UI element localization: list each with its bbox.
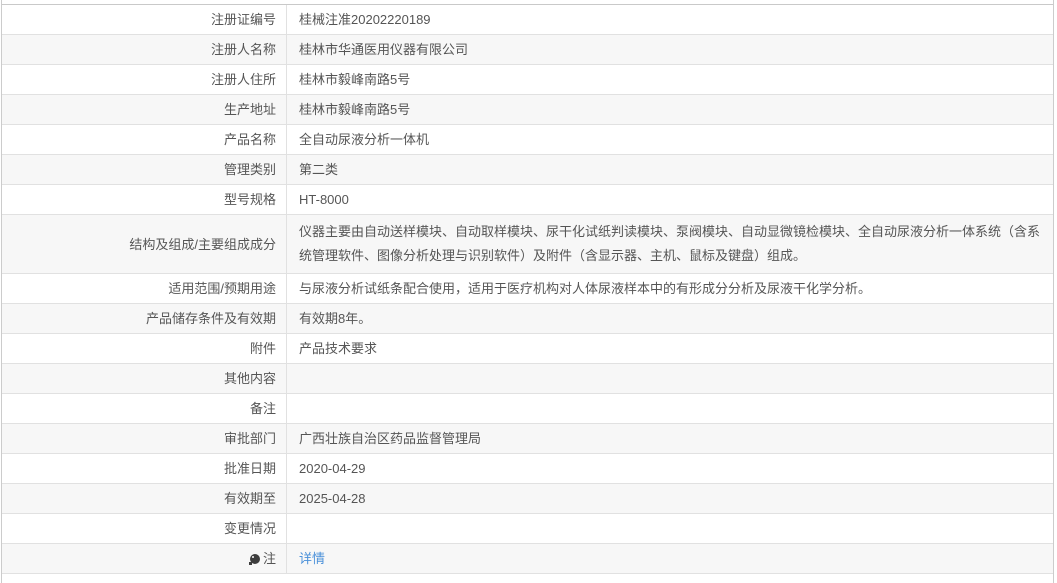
row-value: 仪器主要由自动送样模块、自动取样模块、尿干化试纸判读模块、泵阀模块、自动显微镜检… [287, 215, 1053, 273]
row-label-text: 其他内容 [223, 371, 276, 386]
details-link[interactable]: 详情 [299, 547, 325, 571]
row-value-text: 与尿液分析试纸条配合使用，适用于医疗机构对人体尿液样本中的有形成分分析及尿液干化… [299, 281, 872, 296]
row-value: 桂林市毅峰南路5号 [287, 95, 1053, 124]
row-label: 批准日期 [2, 454, 287, 483]
row-value-text: 第二类 [299, 162, 339, 177]
table-row: 结构及组成/主要组成成分 仪器主要由自动送样模块、自动取样模块、尿干化试纸判读模… [2, 215, 1053, 274]
row-value: 详情 [287, 544, 1053, 573]
row-label-text: 生产地址 [223, 102, 276, 117]
row-label-text: 注册证编号 [210, 12, 276, 27]
row-value-text: 桂林市华通医用仪器有限公司 [299, 42, 469, 57]
row-label-text: 有效期至 [223, 491, 276, 506]
table-row: 产品储存条件及有效期 有效期8年。 [2, 304, 1053, 334]
table-row: 注册证编号 桂械注准20202220189 [2, 5, 1053, 35]
table-row: 变更情况 [2, 514, 1053, 544]
row-label: 生产地址 [2, 95, 287, 124]
row-label-text: 注册人住所 [210, 72, 276, 87]
table-row: 产品名称 全自动尿液分析一体机 [2, 125, 1053, 155]
table-row: 注 详情 [2, 544, 1053, 574]
row-label: 结构及组成/主要组成成分 [2, 215, 287, 273]
row-value: 有效期8年。 [287, 304, 1053, 333]
row-label: 注册人住所 [2, 65, 287, 94]
table-row: 型号规格 HT-8000 [2, 185, 1053, 215]
row-label: 适用范围/预期用途 [2, 274, 287, 303]
row-label-text: 变更情况 [223, 521, 276, 536]
row-value [287, 394, 1053, 423]
row-label: 其他内容 [2, 364, 287, 393]
table-row: 适用范围/预期用途 与尿液分析试纸条配合使用，适用于医疗机构对人体尿液样本中的有… [2, 274, 1053, 304]
row-value: 广西壮族自治区药品监督管理局 [287, 424, 1053, 453]
table-row: 批准日期 2020-04-29 [2, 454, 1053, 484]
table-row: 生产地址 桂林市毅峰南路5号 [2, 95, 1053, 125]
table-row: 备注 [2, 394, 1053, 424]
row-value-text: 仪器主要由自动送样模块、自动取样模块、尿干化试纸判读模块、泵阀模块、自动显微镜检… [299, 224, 1041, 263]
row-label: 产品储存条件及有效期 [2, 304, 287, 333]
registration-detail-page: 注册证编号 桂械注准20202220189 注册人名称 桂林市华通医用仪器有限公… [1, 0, 1054, 583]
table-row: 注册人名称 桂林市华通医用仪器有限公司 [2, 35, 1053, 65]
row-label-text: 产品名称 [223, 132, 276, 147]
table-row: 管理类别 第二类 [2, 155, 1053, 185]
row-value-text: 有效期8年。 [299, 311, 372, 326]
row-value: 第二类 [287, 155, 1053, 184]
row-value: 桂械注准20202220189 [287, 5, 1053, 34]
row-value: 2020-04-29 [287, 454, 1053, 483]
row-label: 有效期至 [2, 484, 287, 513]
row-label: 产品名称 [2, 125, 287, 154]
row-value: HT-8000 [287, 185, 1053, 214]
row-value-text: 全自动尿液分析一体机 [299, 132, 430, 147]
row-value-text: 产品技术要求 [299, 341, 378, 356]
row-value: 全自动尿液分析一体机 [287, 125, 1053, 154]
table-row: 其他内容 [2, 364, 1053, 394]
table-row: 注册人住所 桂林市毅峰南路5号 [2, 65, 1053, 95]
row-value-text: 桂林市毅峰南路5号 [299, 72, 411, 87]
row-value: 桂林市华通医用仪器有限公司 [287, 35, 1053, 64]
row-label: 注册人名称 [2, 35, 287, 64]
table-row: 附件 产品技术要求 [2, 334, 1053, 364]
row-label-text: 注 [262, 551, 276, 566]
row-label: 管理类别 [2, 155, 287, 184]
row-label-text: 附件 [249, 341, 276, 356]
row-label: 注 [2, 544, 287, 573]
row-label-text: 型号规格 [223, 192, 276, 207]
row-value [287, 364, 1053, 393]
table-row: 有效期至 2025-04-28 [2, 484, 1053, 514]
row-label-text: 适用范围/预期用途 [168, 281, 276, 296]
row-value: 2025-04-28 [287, 484, 1053, 513]
row-label: 变更情况 [2, 514, 287, 543]
row-value: 与尿液分析试纸条配合使用，适用于医疗机构对人体尿液样本中的有形成分分析及尿液干化… [287, 274, 1053, 303]
row-label-text: 批准日期 [223, 461, 276, 476]
note-bullet-icon [248, 553, 260, 565]
row-label-text: 结构及组成/主要组成成分 [129, 236, 276, 252]
row-value-text: HT-8000 [299, 192, 349, 207]
row-label: 附件 [2, 334, 287, 363]
table-row: 审批部门 广西壮族自治区药品监督管理局 [2, 424, 1053, 454]
row-value-text: 广西壮族自治区药品监督管理局 [299, 431, 482, 446]
row-value-text: 桂械注准20202220189 [299, 12, 431, 27]
row-label: 型号规格 [2, 185, 287, 214]
row-label-text: 管理类别 [223, 162, 276, 177]
row-value: 产品技术要求 [287, 334, 1053, 363]
row-value [287, 514, 1053, 543]
row-label-text: 注册人名称 [210, 42, 276, 57]
row-value-text: 2020-04-29 [299, 461, 366, 476]
row-label: 注册证编号 [2, 5, 287, 34]
row-label-text: 审批部门 [223, 431, 276, 446]
row-label-text: 产品储存条件及有效期 [145, 311, 276, 326]
row-value-text: 桂林市毅峰南路5号 [299, 102, 411, 117]
row-value-text: 2025-04-28 [299, 491, 366, 506]
row-value: 桂林市毅峰南路5号 [287, 65, 1053, 94]
row-label-text: 备注 [249, 401, 276, 416]
row-label: 审批部门 [2, 424, 287, 453]
registration-table: 注册证编号 桂械注准20202220189 注册人名称 桂林市华通医用仪器有限公… [2, 4, 1053, 574]
row-label: 备注 [2, 394, 287, 423]
